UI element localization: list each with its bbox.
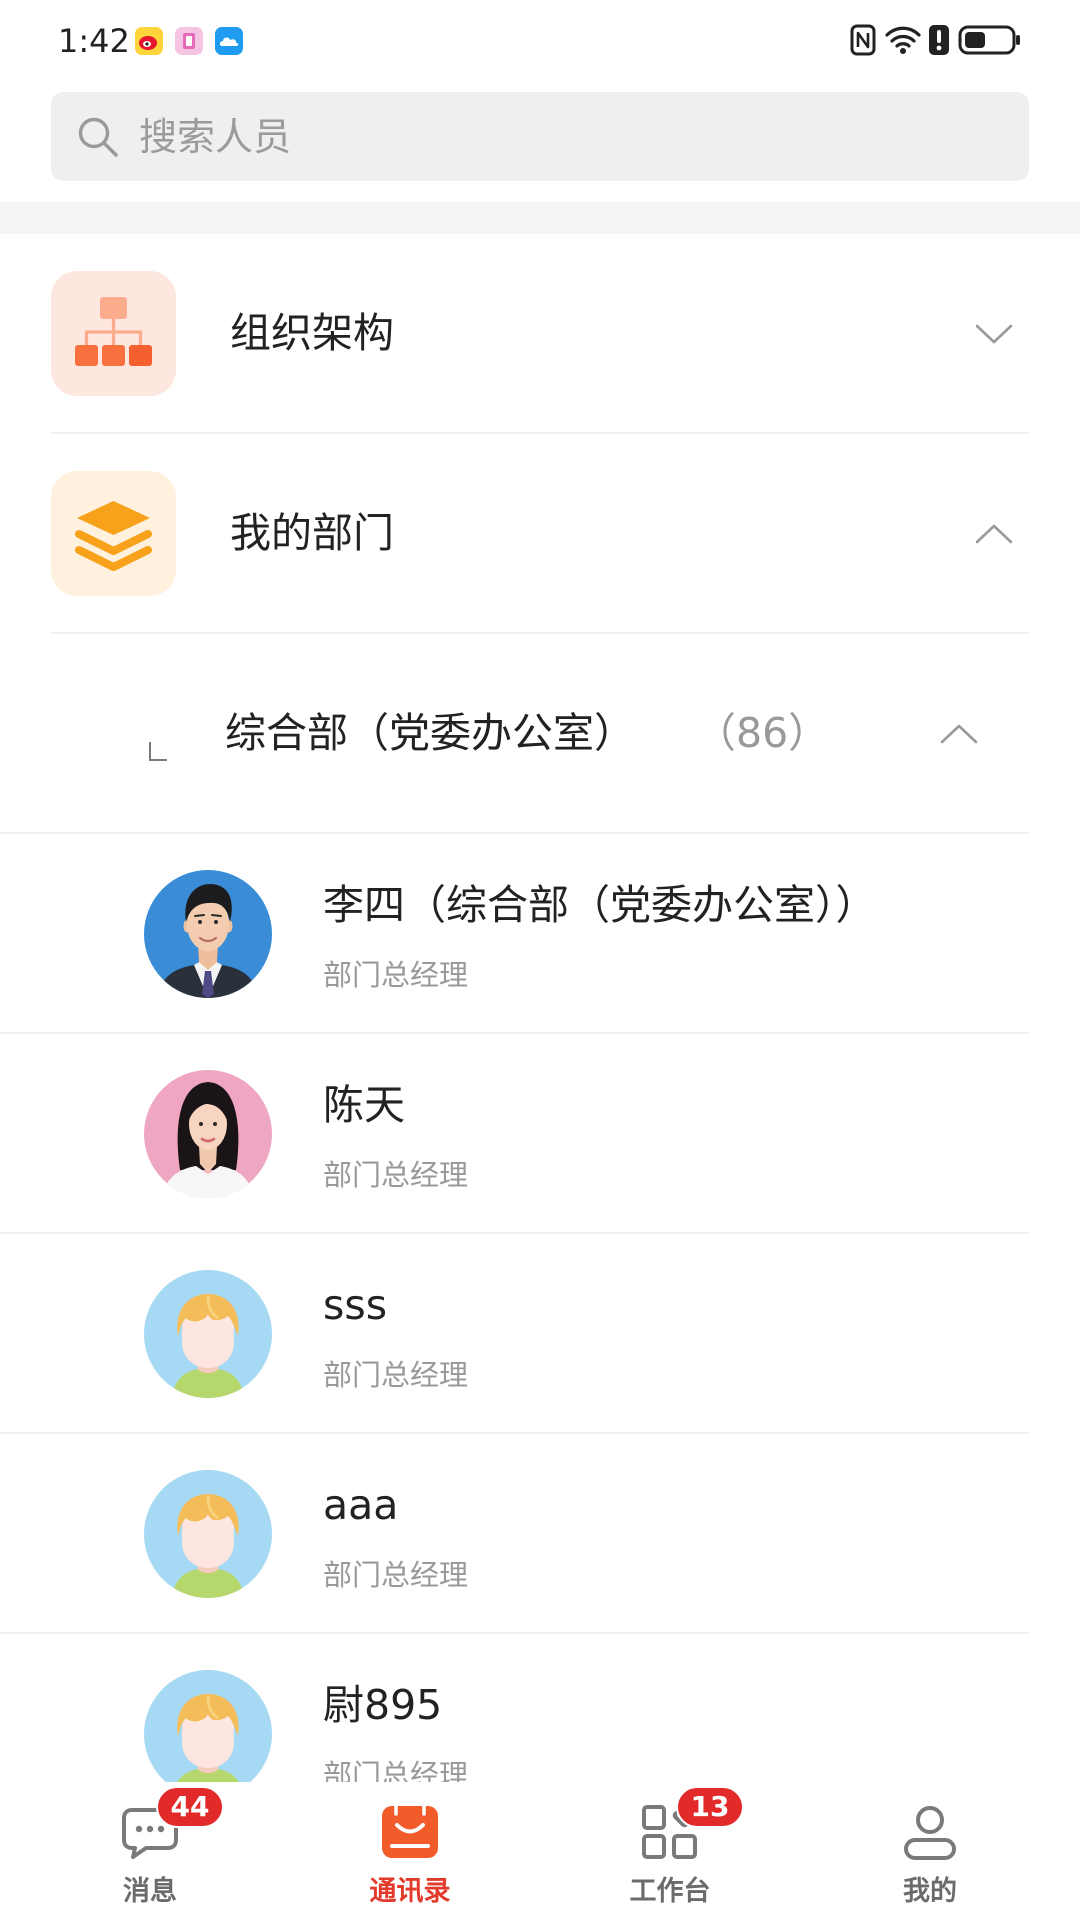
- contact-title: 部门总经理: [323, 1158, 469, 1192]
- tab-profile[interactable]: 我的: [800, 1782, 1060, 1920]
- cloud-app-icon: [214, 26, 244, 56]
- contacts-content: 组织架构 我的部门 综合部（党委办公室） （86） 李四（综合部（党委办公室））…: [0, 234, 1080, 1782]
- tab-workbench[interactable]: 13 工作台: [540, 1782, 800, 1920]
- weibo-icon: [134, 26, 164, 56]
- contact-row[interactable]: 李四（综合部（党委办公室）） 部门总经理: [0, 834, 1029, 1034]
- tree-branch-icon: [149, 742, 167, 761]
- contact-name: 尉895: [323, 1681, 443, 1729]
- contact-row[interactable]: aaa 部门总经理: [0, 1434, 1029, 1634]
- bottom-tab-bar: 44 消息 通讯录 13 工作台 我的: [0, 1782, 1080, 1920]
- section-label: 我的部门: [230, 509, 394, 557]
- nfc-icon: [850, 24, 876, 56]
- contact-title: 部门总经理: [323, 1358, 469, 1392]
- search-icon: [75, 114, 121, 160]
- contact-name: 陈天: [323, 1081, 405, 1129]
- department-name: 综合部（党委办公室）: [225, 709, 635, 757]
- avatar: [144, 1670, 272, 1782]
- contact-name: 李四（综合部（党委办公室））: [323, 881, 877, 929]
- contact-row[interactable]: 陈天 部门总经理: [0, 1034, 1029, 1234]
- avatar: [144, 1070, 272, 1198]
- profile-icon: [898, 1800, 962, 1864]
- chevron-up-icon[interactable]: [974, 523, 1014, 545]
- alert-icon: [928, 24, 950, 56]
- tab-contacts[interactable]: 通讯录: [280, 1782, 540, 1920]
- tab-label: 工作台: [629, 1876, 711, 1907]
- contact-name: sss: [323, 1281, 388, 1329]
- tab-label: 消息: [123, 1876, 177, 1907]
- chevron-up-icon[interactable]: [939, 723, 979, 745]
- contact-title: 部门总经理: [323, 958, 469, 992]
- contact-title: 部门总经理: [323, 1558, 469, 1592]
- contact-title: 部门总经理: [323, 1758, 469, 1782]
- status-bar: 1:42: [0, 0, 1080, 90]
- avatar: [144, 870, 272, 998]
- department-count: （86）: [695, 709, 830, 757]
- avatar: [144, 1470, 272, 1598]
- tab-label: 我的: [903, 1876, 957, 1907]
- section-divider-band: [0, 202, 1080, 234]
- tab-label: 通讯录: [369, 1876, 451, 1907]
- unread-badge: 13: [676, 1786, 744, 1828]
- wifi-icon: [884, 24, 922, 56]
- search-input[interactable]: [139, 106, 999, 167]
- search-bar[interactable]: [51, 92, 1029, 181]
- pink-app-icon: [174, 26, 204, 56]
- contact-name: aaa: [323, 1481, 399, 1529]
- section-label: 组织架构: [230, 309, 394, 357]
- layers-icon: [51, 470, 176, 596]
- battery-icon: [958, 25, 1022, 55]
- avatar: [144, 1270, 272, 1398]
- org-chart-icon: [51, 270, 176, 396]
- contact-row[interactable]: 尉895 部门总经理: [0, 1634, 1029, 1782]
- section-my-department[interactable]: 我的部门: [51, 434, 1029, 634]
- unread-badge: 44: [156, 1786, 224, 1828]
- chevron-down-icon[interactable]: [974, 323, 1014, 345]
- contact-row[interactable]: sss 部门总经理: [0, 1234, 1029, 1434]
- status-time: 1:42: [58, 22, 130, 60]
- section-org-structure[interactable]: 组织架构: [51, 234, 1029, 434]
- tab-messages[interactable]: 44 消息: [20, 1782, 280, 1920]
- contacts-icon: [378, 1800, 442, 1864]
- department-row[interactable]: 综合部（党委办公室） （86）: [0, 634, 1029, 834]
